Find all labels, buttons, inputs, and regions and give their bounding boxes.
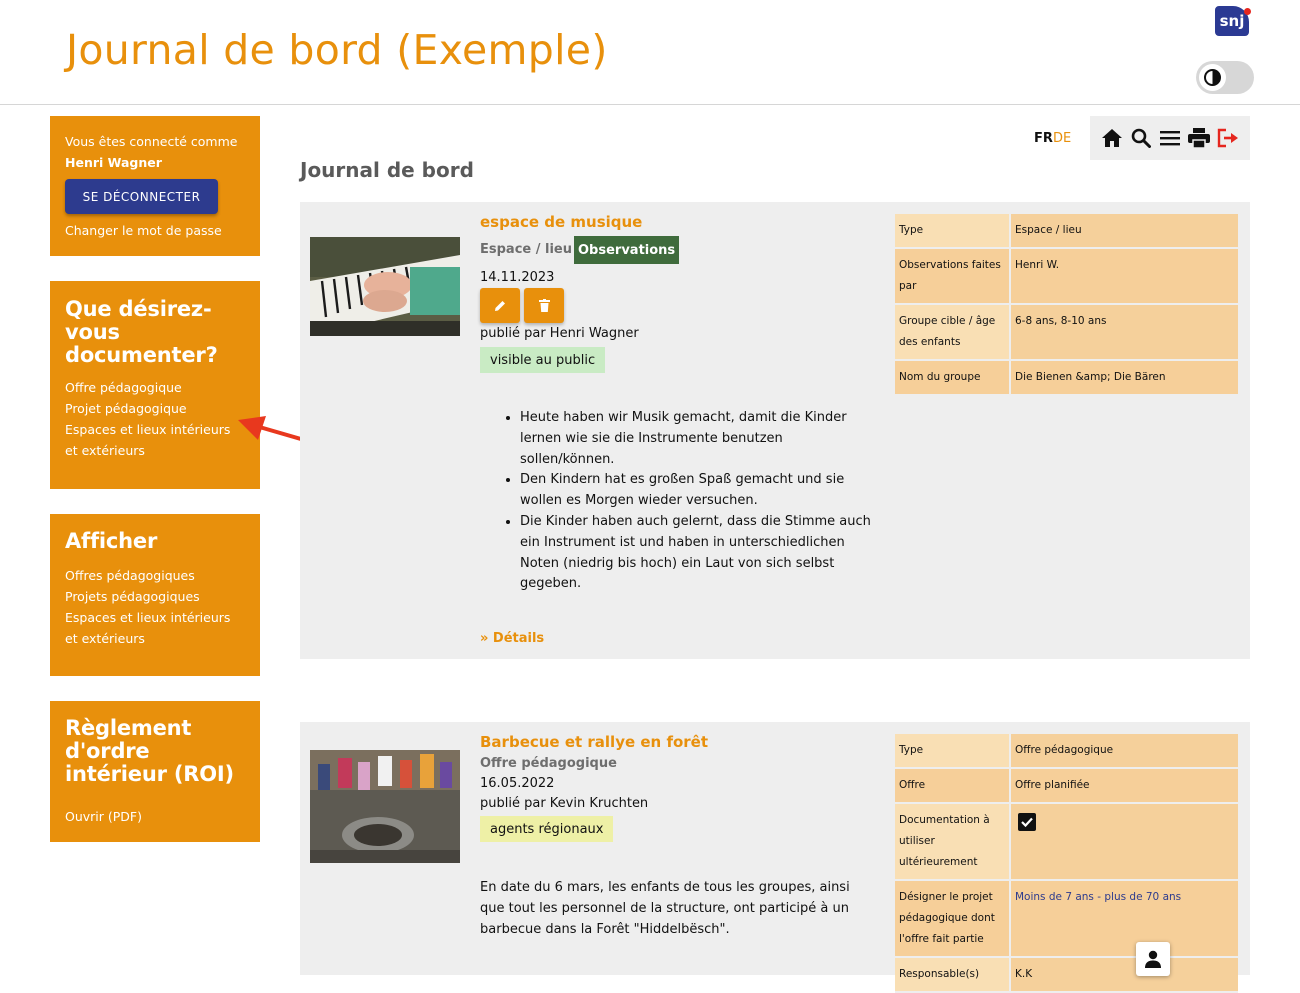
display-link-projets[interactable]: Projets pédagogiques xyxy=(65,586,230,607)
property-row: Type Offre pédagogique xyxy=(895,734,1238,769)
property-row: Groupe cible / âge des enfants 6-8 ans, … xyxy=(895,305,1238,361)
property-value: 6-8 ans, 8-10 ans xyxy=(1011,305,1238,361)
property-value: Henri W. xyxy=(1011,249,1238,305)
entry-bullet: Den Kindern hat es großen Spaß gemacht u… xyxy=(520,470,880,512)
document-link-espaces-cont[interactable]: et extérieurs xyxy=(65,440,230,461)
rules-panel: Règlement d'ordre intérieur (ROI) Ouvrir… xyxy=(50,701,260,842)
property-value: Espace / lieu xyxy=(1011,214,1238,249)
entry-date: 16.05.2022 xyxy=(480,776,555,791)
page-heading: Journal de bord xyxy=(300,158,474,182)
logout-icon[interactable] xyxy=(1217,128,1239,148)
entry-body: Heute haben wir Musik gemacht, damit die… xyxy=(480,408,880,595)
property-value: Offre pédagogique xyxy=(1011,734,1238,769)
property-key: Groupe cible / âge des enfants xyxy=(895,305,1011,361)
entry-photo-piano[interactable] xyxy=(310,237,460,336)
person-icon xyxy=(1145,950,1161,968)
entry-properties-table: Type Offre pédagogique Offre Offre plani… xyxy=(895,734,1238,993)
entry-photo-barbecue[interactable] xyxy=(310,750,460,863)
journal-entry-card: espace de musique Espace / lieu Observat… xyxy=(300,202,1250,659)
details-link[interactable]: » Détails xyxy=(480,631,544,646)
property-value-link[interactable]: Moins de 7 ans - plus de 70 ans xyxy=(1011,881,1238,958)
property-key: Offre xyxy=(895,769,1011,804)
entry-published-by: publié par Kevin Kruchten xyxy=(480,796,649,811)
property-row: Offre Offre planifiée xyxy=(895,769,1238,804)
menu-icon[interactable] xyxy=(1160,130,1180,146)
observations-badge: Observations xyxy=(574,236,680,264)
logged-in-user: Henri Wagner xyxy=(65,155,162,170)
delete-button[interactable] xyxy=(524,288,564,323)
property-key: Documentation à utiliser ultérieurement xyxy=(895,804,1011,881)
edit-button[interactable] xyxy=(480,288,520,323)
property-key: Observations faites par xyxy=(895,249,1011,305)
property-value: Offre planifiée xyxy=(1011,769,1238,804)
property-key: Désigner le projet pédagogique dont l'of… xyxy=(895,881,1011,958)
entry-category: Espace / lieu xyxy=(480,242,573,257)
language-fr[interactable]: FR xyxy=(1034,131,1053,146)
document-link-offre[interactable]: Offre pédagogique xyxy=(65,377,230,398)
property-value xyxy=(1011,804,1238,881)
site-title: Journal de bord (Exemple) xyxy=(66,26,608,74)
visibility-tag: visible au public xyxy=(480,347,606,373)
entry-title[interactable]: espace de musique xyxy=(480,213,642,231)
entry-published-by: publié par Henri Wagner xyxy=(480,326,639,341)
property-key: Type xyxy=(895,214,1011,249)
trash-icon xyxy=(538,299,550,312)
entry-bullet: Heute haben wir Musik gemacht, damit die… xyxy=(520,408,880,470)
display-panel-title: Afficher xyxy=(65,529,158,553)
home-icon[interactable] xyxy=(1101,128,1123,148)
property-row: Nom du groupe Die Bienen &amp; Die Bären xyxy=(895,361,1238,396)
rules-panel-title: Règlement d'ordre intérieur (ROI) xyxy=(65,716,234,786)
entry-category: Offre pédagogique xyxy=(480,756,617,771)
user-profile-button[interactable] xyxy=(1136,942,1170,976)
property-key: Nom du groupe xyxy=(895,361,1011,396)
logout-button[interactable]: SE DÉCONNECTER xyxy=(65,179,218,214)
pencil-icon xyxy=(495,300,505,311)
document-link-projet[interactable]: Projet pédagogique xyxy=(65,398,230,419)
search-icon[interactable] xyxy=(1131,128,1151,148)
print-icon[interactable] xyxy=(1188,128,1210,148)
logo-accent xyxy=(1244,8,1251,15)
logged-in-label: Vous êtes connecté comme xyxy=(65,134,238,149)
property-row: Type Espace / lieu xyxy=(895,214,1238,249)
visibility-tag: agents régionaux xyxy=(480,816,614,842)
property-row: Désigner le projet pédagogique dont l'of… xyxy=(895,881,1238,958)
property-value: Die Bienen &amp; Die Bären xyxy=(1011,361,1238,396)
contrast-icon xyxy=(1204,69,1221,86)
journal-entry-card: Barbecue et rallye en forêt Offre pédago… xyxy=(300,722,1250,993)
property-row: Observations faites par Henri W. xyxy=(895,249,1238,305)
checkbox-checked[interactable] xyxy=(1018,813,1036,831)
property-key: Type xyxy=(895,734,1011,769)
toolbar xyxy=(1090,116,1250,160)
login-panel: Vous êtes connecté comme Henri Wagner SE… xyxy=(50,116,260,256)
entry-date: 14.11.2023 xyxy=(480,270,555,285)
entry-body: En date du 6 mars, les enfants de tous l… xyxy=(480,880,850,937)
display-link-espaces[interactable]: Espaces et lieux intérieurs xyxy=(65,607,230,628)
language-de[interactable]: DE xyxy=(1053,131,1071,146)
property-value: K.K xyxy=(1011,958,1238,993)
header-divider xyxy=(0,104,1300,105)
display-panel: Afficher Offres pédagogiques Projets péd… xyxy=(50,514,260,676)
document-panel: Que désirez-vous documenter? Offre pédag… xyxy=(50,281,260,489)
property-row: Documentation à utiliser ultérieurement xyxy=(895,804,1238,881)
entry-bullet: Die Kinder haben auch gelernt, dass die … xyxy=(520,512,880,595)
display-link-espaces-cont[interactable]: et extérieurs xyxy=(65,628,230,649)
property-row: Responsable(s) K.K xyxy=(895,958,1238,993)
change-password-link[interactable]: Changer le mot de passe xyxy=(65,220,222,241)
check-icon xyxy=(1021,817,1033,828)
entry-properties-table: Type Espace / lieu Observations faites p… xyxy=(895,214,1238,396)
document-link-espaces[interactable]: Espaces et lieux intérieurs xyxy=(65,419,230,440)
property-key: Responsable(s) xyxy=(895,958,1011,993)
rules-pdf-link[interactable]: Ouvrir (PDF) xyxy=(65,806,142,827)
display-link-offres[interactable]: Offres pédagogiques xyxy=(65,565,230,586)
document-panel-title: Que désirez-vous documenter? xyxy=(65,297,218,367)
entry-title[interactable]: Barbecue et rallye en forêt xyxy=(480,733,708,751)
